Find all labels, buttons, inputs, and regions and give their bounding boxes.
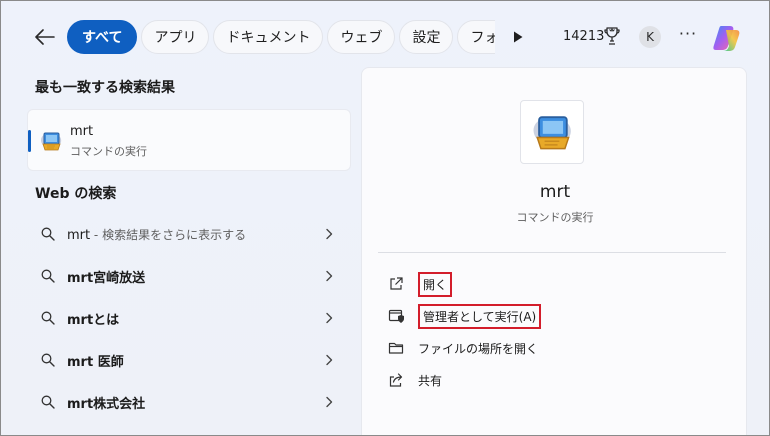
chevron-right-icon: [326, 354, 333, 366]
best-match-name: mrt: [70, 124, 94, 139]
search-icon: [41, 269, 55, 283]
rewards-trophy-icon[interactable]: [604, 27, 620, 45]
web-result-query: mrt 医師: [67, 354, 124, 370]
tab-settings[interactable]: 設定: [399, 20, 454, 54]
tab-documents[interactable]: ドキュメント: [213, 20, 324, 54]
tab-all[interactable]: すべて: [67, 20, 138, 54]
web-result-query: mrt宮崎放送: [67, 270, 146, 286]
search-icon: [41, 227, 55, 241]
web-result-row[interactable]: mrt - 検索結果をさらに表示する: [31, 215, 347, 253]
account-avatar[interactable]: K: [639, 26, 661, 48]
back-button[interactable]: [31, 23, 59, 51]
detail-panel: mrt コマンドの実行 開く 管理者として実行(A) ファイルの場所を開く 共有: [361, 67, 747, 435]
chevron-right-icon: [326, 228, 333, 240]
best-match-heading: 最も一致する検索結果: [35, 80, 175, 96]
detail-subtitle: コマンドの実行: [516, 211, 594, 224]
web-result-row[interactable]: mrtとは: [31, 299, 347, 337]
search-icon: [41, 353, 55, 367]
web-result-query: mrt: [67, 227, 91, 243]
top-bar: すべて アプリ ドキュメント ウェブ 設定 フォルダー 14213 K ···: [1, 1, 769, 73]
open-file-location-label: ファイルの場所を開く: [418, 341, 539, 356]
share-label: 共有: [418, 373, 443, 388]
run-as-admin-action[interactable]: 管理者として実行(A): [388, 303, 542, 329]
web-result-query: mrt株式会社: [67, 396, 146, 412]
open-external-icon: [390, 277, 403, 290]
web-result-row[interactable]: mrt宮崎放送: [31, 257, 347, 295]
web-result-row[interactable]: mrt株式会社: [31, 383, 347, 421]
detail-app-icon-frame: [520, 100, 584, 164]
mrt-app-icon: [41, 132, 62, 151]
folder-icon: [388, 342, 404, 354]
shield-window-icon: [388, 309, 404, 323]
filter-tabs: すべて アプリ ドキュメント ウェブ 設定 フォルダー: [67, 20, 495, 54]
web-result-suffix: - 検索結果をさらに表示する: [90, 227, 247, 242]
more-tabs-button[interactable]: [509, 28, 527, 46]
rewards-points[interactable]: 14213: [563, 29, 604, 44]
open-file-location-action[interactable]: ファイルの場所を開く: [388, 336, 538, 360]
detail-title: mrt: [539, 182, 571, 202]
best-match-type: コマンドの実行: [70, 145, 147, 158]
search-icon: [41, 311, 55, 325]
web-result-query: mrtとは: [67, 312, 120, 328]
mrt-app-icon: [533, 116, 571, 150]
play-icon: [514, 31, 523, 43]
chevron-right-icon: [326, 396, 333, 408]
chevron-right-icon: [326, 270, 333, 282]
copilot-icon[interactable]: [712, 23, 742, 53]
run-as-admin-label: 管理者として実行(A): [418, 303, 542, 329]
back-arrow-icon: [35, 29, 55, 45]
tab-web[interactable]: ウェブ: [327, 20, 396, 54]
divider: [378, 252, 726, 253]
web-result-row[interactable]: mrt 医師: [31, 341, 347, 379]
best-match-card[interactable]: mrt コマンドの実行: [27, 109, 351, 171]
tab-apps[interactable]: アプリ: [141, 20, 210, 54]
search-icon: [41, 395, 55, 409]
share-action[interactable]: 共有: [388, 368, 442, 392]
search-window: すべて アプリ ドキュメント ウェブ 設定 フォルダー 14213 K ···: [0, 0, 770, 436]
selection-indicator: [28, 130, 31, 152]
share-icon: [389, 373, 403, 387]
more-options-button[interactable]: ···: [678, 26, 698, 47]
chevron-right-icon: [326, 312, 333, 324]
web-search-heading: Web の検索: [35, 186, 117, 202]
tab-folders[interactable]: フォルダー: [457, 20, 495, 54]
open-action[interactable]: 開く: [388, 271, 453, 297]
open-label: 開く: [418, 271, 453, 297]
